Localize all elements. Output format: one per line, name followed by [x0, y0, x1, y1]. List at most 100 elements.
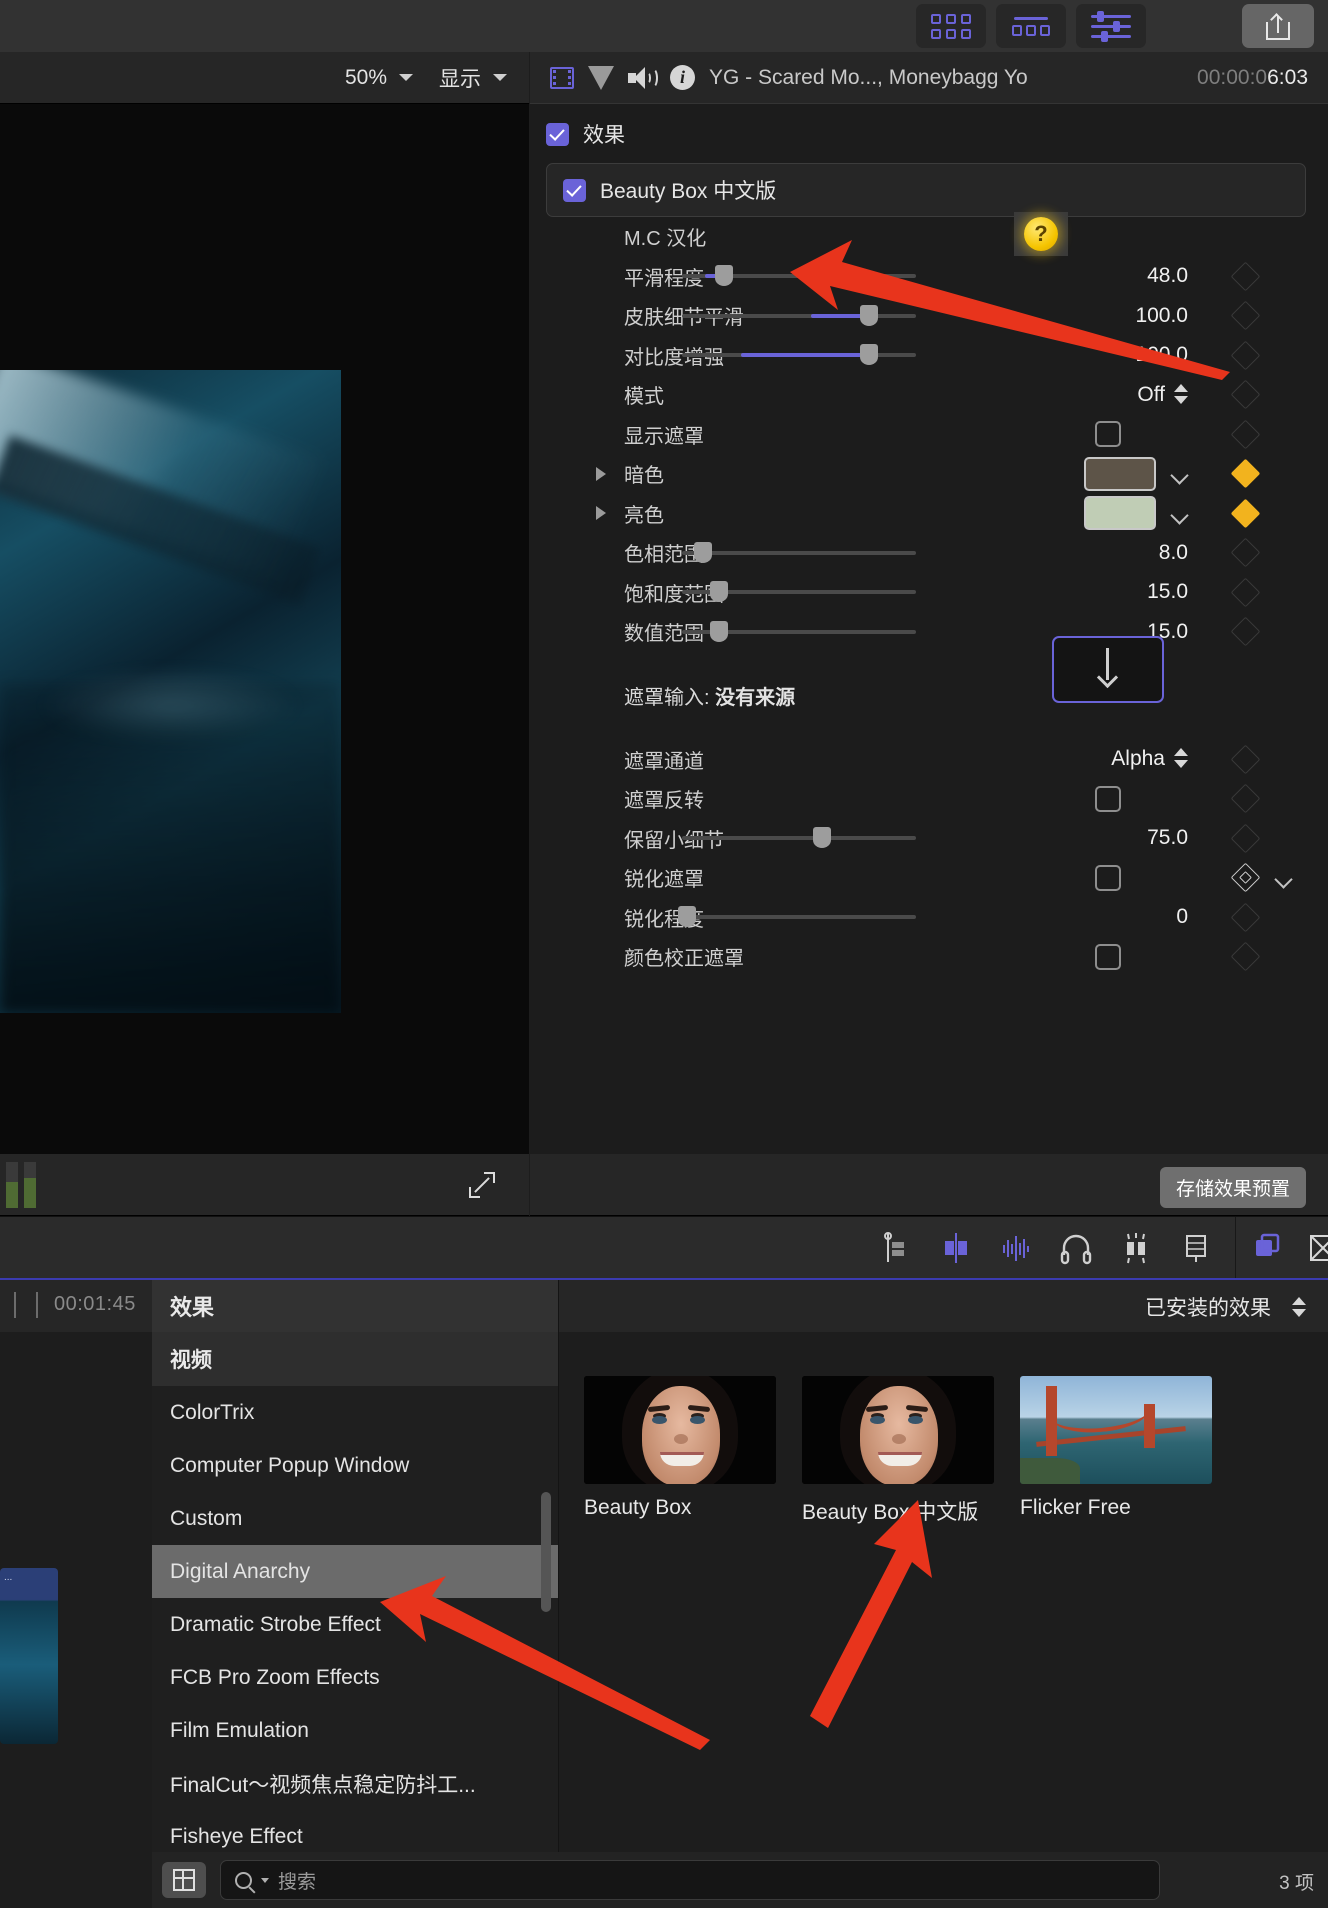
category-item[interactable]: FinalCut～视频焦点稳定防抖工... — [152, 1757, 558, 1810]
chevron-down-icon[interactable] — [1173, 469, 1188, 478]
parameter-row: 遮罩反转 — [530, 779, 1328, 819]
solo-icon[interactable] — [1119, 1231, 1153, 1265]
share-button[interactable] — [1242, 4, 1314, 48]
audio-waveform-icon[interactable] — [999, 1231, 1033, 1265]
keyframe-button[interactable] — [1230, 498, 1261, 529]
viewer-display-menu[interactable]: 显示 — [439, 63, 507, 93]
keyframe-button[interactable] — [1230, 744, 1261, 775]
category-item[interactable]: FCB Pro Zoom Effects — [152, 1651, 558, 1704]
timeline-toggle-button[interactable] — [996, 4, 1066, 48]
inspector-panel: i YG - Scared Mo..., Moneybagg Yo 00:00:… — [530, 52, 1328, 1154]
effect-card-header[interactable]: Beauty Box 中文版 — [547, 164, 1305, 216]
effect-thumbnail — [802, 1376, 994, 1484]
parameter-slider[interactable] — [682, 541, 916, 563]
viewer-zoom-menu[interactable]: 50% — [345, 66, 413, 90]
info-inspector-tab[interactable]: i — [670, 65, 695, 90]
expand-icon[interactable] — [469, 1172, 495, 1198]
parameter-value[interactable]: 100.0 — [1038, 343, 1188, 367]
keyframe-button[interactable] — [1230, 458, 1261, 489]
timeline-clip[interactable]: ... — [0, 1568, 58, 1744]
help-button[interactable]: ? — [1014, 212, 1068, 256]
parameter-slider[interactable] — [677, 906, 916, 928]
effect-item[interactable]: Beauty Box 中文版 — [802, 1376, 994, 1526]
keyframe-button[interactable] — [1230, 419, 1261, 450]
effects-browser: 00:01:45 效果 已安装的效果 ... 视频 ColorTrix Compu… — [0, 1278, 1328, 1908]
effects-enable-checkbox[interactable] — [546, 122, 569, 146]
disclosure-triangle-icon[interactable] — [596, 506, 606, 521]
transition-icon[interactable] — [939, 1231, 973, 1265]
parameter-label: 锐化遮罩 — [624, 869, 704, 892]
parameter-popup[interactable]: Alpha — [1038, 747, 1188, 771]
parameter-row: 色相范围 8.0 — [530, 533, 1328, 573]
keyframe-button[interactable] — [1230, 577, 1261, 608]
effects-section-header[interactable]: 效果 — [530, 105, 1328, 163]
parameter-value[interactable]: 15.0 — [1038, 580, 1188, 604]
parameter-slider[interactable] — [682, 827, 916, 849]
close-panel-icon[interactable] — [1306, 1231, 1328, 1265]
parameter-value[interactable]: 100.0 — [1038, 304, 1188, 328]
viewer-canvas[interactable] — [0, 104, 529, 1154]
effect-item[interactable]: Flicker Free — [1020, 1376, 1212, 1520]
sliders-view-icon — [1091, 11, 1131, 42]
sidebar-toggle-button[interactable] — [162, 1862, 206, 1898]
parameter-checkbox[interactable] — [1095, 421, 1121, 448]
keyframe-button[interactable] — [1230, 902, 1261, 933]
category-item[interactable]: Dramatic Strobe Effect — [152, 1598, 558, 1651]
audio-inspector-tab[interactable] — [628, 66, 658, 89]
keyframe-button[interactable] — [1230, 862, 1261, 893]
timeline-toolbar — [0, 1216, 1328, 1279]
keyframe-button[interactable] — [1230, 783, 1261, 814]
parameter-slider[interactable] — [682, 265, 916, 287]
keyframe-button[interactable] — [1230, 300, 1261, 331]
installed-effects-menu[interactable]: 已安装的效果 — [1145, 1292, 1306, 1322]
parameter-slider[interactable] — [682, 344, 916, 366]
parameter-value[interactable]: 0 — [1038, 905, 1188, 929]
keyframe-button[interactable] — [1230, 616, 1261, 647]
category-item[interactable]: ColorTrix — [152, 1386, 558, 1439]
parameter-slider[interactable] — [682, 581, 916, 603]
trim-tool-icon[interactable] — [879, 1231, 913, 1265]
parameter-value[interactable]: 8.0 — [1038, 541, 1188, 565]
category-item[interactable]: Fisheye Effect — [152, 1810, 558, 1854]
headphone-icon[interactable] — [1059, 1231, 1093, 1265]
parameter-slider[interactable] — [682, 304, 916, 326]
video-inspector-tab[interactable] — [550, 66, 574, 89]
color-swatch[interactable] — [1084, 496, 1156, 531]
effect-name-label: Beauty Box 中文版 — [600, 180, 777, 203]
chevron-down-icon[interactable] — [1277, 873, 1292, 883]
color-swatch[interactable] — [1084, 456, 1156, 491]
keyframe-button[interactable] — [1230, 340, 1261, 371]
category-item[interactable]: Computer Popup Window — [152, 1439, 558, 1492]
parameter-value[interactable]: 48.0 — [1038, 264, 1188, 288]
browser-toggle-button[interactable] — [916, 4, 986, 48]
mask-source-dropwell[interactable] — [1052, 635, 1164, 703]
color-inspector-tab[interactable] — [588, 65, 614, 90]
disclosure-triangle-icon[interactable] — [596, 466, 606, 481]
category-scrollbar[interactable] — [541, 1492, 551, 1612]
keyframe-button[interactable] — [1230, 823, 1261, 854]
search-input[interactable]: 搜索 — [220, 1860, 1160, 1900]
effects-category-list[interactable]: 视频 ColorTrix Computer Popup Window Custom D… — [152, 1332, 559, 1854]
parameter-checkbox[interactable] — [1095, 864, 1121, 891]
effect-item[interactable]: Beauty Box — [584, 1376, 776, 1520]
parameter-popup[interactable]: Off — [1038, 383, 1188, 407]
parameter-value[interactable]: 75.0 — [1038, 826, 1188, 850]
timeline-clip-label: ... — [4, 1572, 13, 1583]
save-effects-preset-button[interactable]: 存储效果预置 — [1159, 1167, 1306, 1208]
parameter-checkbox[interactable] — [1095, 785, 1121, 812]
category-item[interactable]: Custom — [152, 1492, 558, 1545]
filmstrip-icon[interactable] — [1179, 1231, 1213, 1265]
effect-enable-checkbox[interactable] — [563, 178, 586, 202]
keyframe-button[interactable] — [1230, 261, 1261, 292]
chevron-down-icon[interactable] — [1173, 509, 1188, 518]
effect-card-beauty-box: Beauty Box 中文版 — [546, 163, 1306, 217]
parameter-checkbox[interactable] — [1095, 943, 1121, 970]
index-icon[interactable] — [1250, 1231, 1284, 1265]
keyframe-button[interactable] — [1230, 379, 1261, 410]
category-item[interactable]: Digital Anarchy — [152, 1545, 558, 1598]
keyframe-button[interactable] — [1230, 537, 1261, 568]
parameter-slider[interactable] — [682, 620, 916, 642]
category-item[interactable]: Film Emulation — [152, 1704, 558, 1757]
keyframe-button[interactable] — [1230, 941, 1261, 972]
inspector-toggle-button[interactable] — [1076, 4, 1146, 48]
